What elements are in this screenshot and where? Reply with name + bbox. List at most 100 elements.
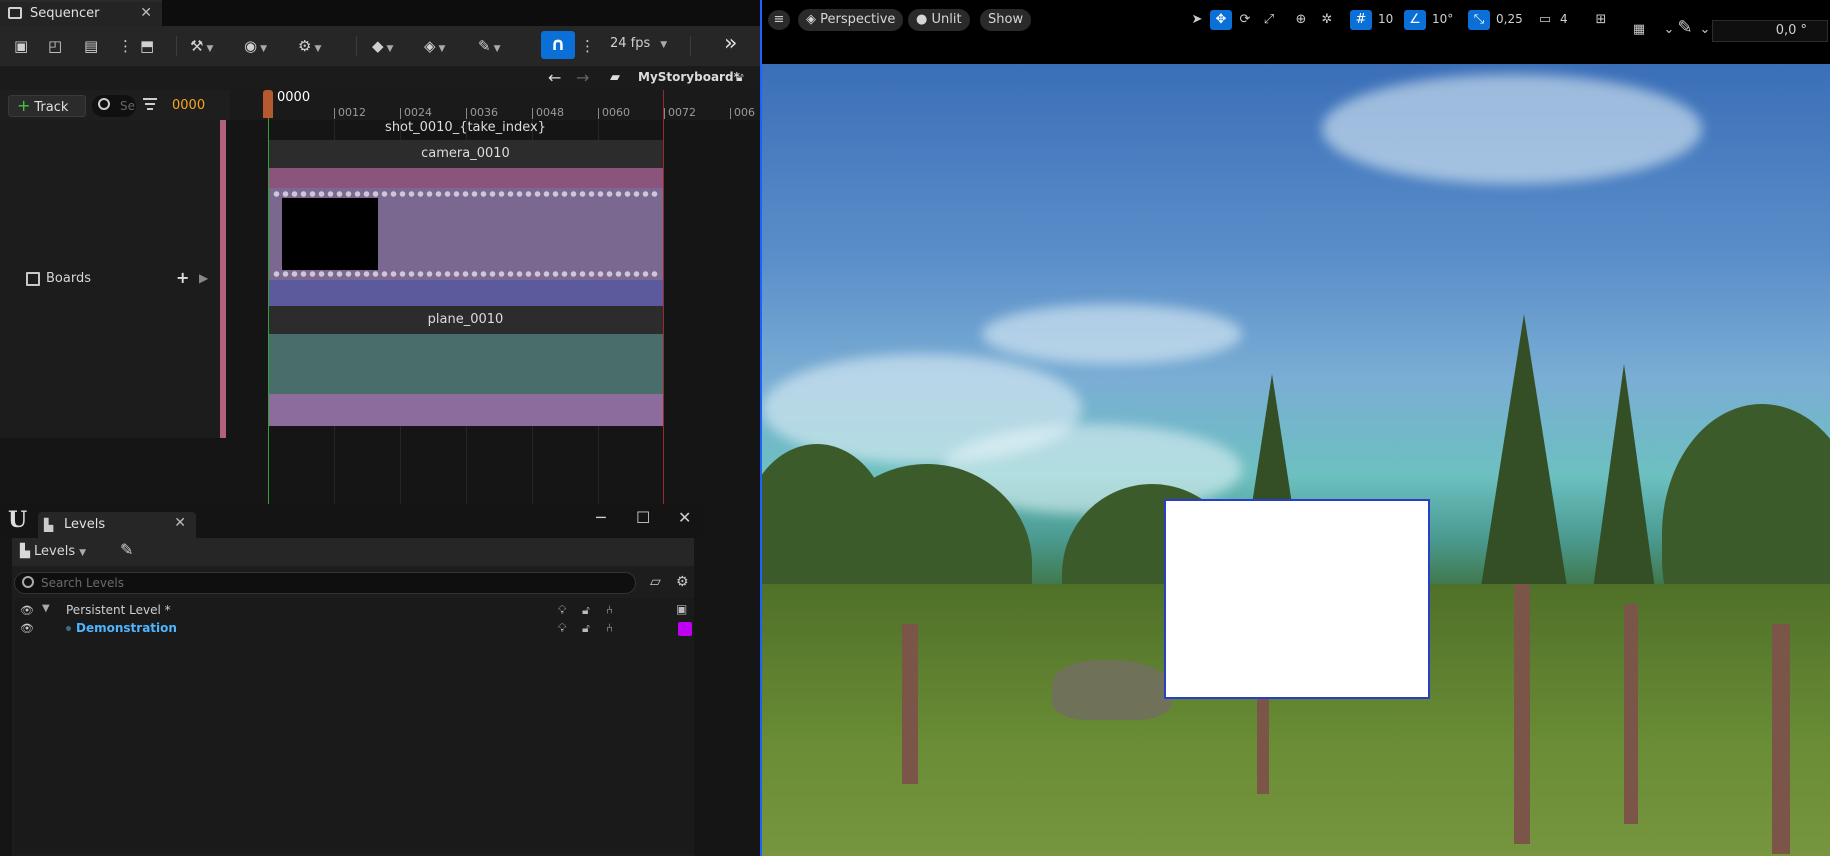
lightbulb-icon[interactable]: 💡︎: [558, 603, 566, 618]
window-close-icon[interactable]: ✕: [678, 508, 691, 527]
viewport-toolbar: ≡ ◈ Perspective ● Unlit Show ➤ ✥ ⟳ ⤢ ⊕ ✲…: [760, 0, 1830, 64]
select-cursor-icon[interactable]: ➤: [1186, 10, 1208, 30]
unreal-logo-icon: U: [8, 507, 28, 533]
settings-gear-icon[interactable]: ⚙: [676, 574, 689, 590]
snap-magnet-icon[interactable]: ∩: [541, 31, 575, 59]
grid-overlay-icon[interactable]: ▦: [1622, 20, 1656, 40]
grid-snap-icon[interactable]: #: [1350, 10, 1372, 30]
board-thumbnail[interactable]: [282, 198, 378, 270]
camera-speed-icon[interactable]: ▭: [1534, 10, 1556, 30]
find-asset-icon[interactable]: ◰: [48, 35, 62, 57]
forward-arrow-icon[interactable]: →: [576, 68, 589, 87]
add-track-button[interactable]: + Track: [8, 95, 86, 117]
plane-section[interactable]: [268, 334, 663, 394]
snap-options-icon[interactable]: ⋮: [580, 35, 595, 57]
levels-search-input[interactable]: Search Levels: [14, 572, 636, 594]
actions-icon[interactable]: ⬒: [140, 35, 154, 57]
more-options-icon[interactable]: ⋮: [118, 35, 133, 57]
scale-snap-icon[interactable]: ⤡: [1468, 10, 1490, 30]
show-button[interactable]: Show: [980, 9, 1032, 31]
world-globe-icon[interactable]: ⊕: [1290, 10, 1312, 30]
hierarchy-icon[interactable]: ⑃: [606, 621, 613, 635]
fov-input[interactable]: 0,0 °: [1712, 20, 1828, 42]
hamburger-menu-icon[interactable]: ≡: [768, 10, 790, 30]
camera-section-bottom[interactable]: [268, 280, 663, 306]
rotate-icon[interactable]: ⟳: [1234, 10, 1256, 30]
list-item[interactable]: 👁︎ Demonstration 💡︎ 🔓︎ ⑃: [14, 620, 704, 638]
view-options-icon[interactable]: ◉ ▼: [244, 35, 267, 57]
track-search-input[interactable]: Se: [92, 95, 136, 117]
hierarchy-icon[interactable]: ⑃: [606, 603, 613, 617]
levels-dropdown[interactable]: ▙ Levels ▼: [20, 544, 86, 559]
current-frame-field[interactable]: 0000: [172, 98, 205, 113]
edit-brush-icon[interactable]: ✎ ▼: [478, 35, 501, 57]
camera-track-bar[interactable]: camera_0010: [268, 140, 663, 168]
edit-pencil-icon[interactable]: ✎: [1674, 18, 1696, 38]
render-movie-icon[interactable]: ▤: [84, 35, 98, 57]
ruler-tick: [730, 108, 731, 119]
shot-section-label[interactable]: shot_0010_{take_index}: [268, 120, 663, 140]
plane-sub-section[interactable]: [268, 394, 663, 426]
end-marker-line[interactable]: [663, 90, 664, 504]
time-ruler[interactable]: 0012 0024 0036 0048 0060 0072 006 0000: [230, 90, 760, 120]
scale-snap-value[interactable]: 0,25: [1496, 12, 1523, 26]
visibility-eye-icon[interactable]: 👁︎: [20, 622, 34, 635]
ruler-label: 006: [734, 106, 755, 119]
new-folder-icon[interactable]: ▱: [650, 574, 661, 590]
edit-icon[interactable]: ✎: [120, 540, 133, 559]
playhead-label: 0000: [277, 90, 311, 105]
tools-icon[interactable]: ⚒ ▼: [190, 35, 213, 57]
close-icon[interactable]: ✕: [140, 5, 152, 21]
plane-track-bar[interactable]: plane_0010: [268, 306, 663, 334]
save-level-icon[interactable]: ▣: [676, 602, 687, 616]
playhead-handle[interactable]: [263, 90, 273, 118]
rotation-snap-icon[interactable]: ∠: [1404, 10, 1426, 30]
perspective-button[interactable]: ◈ Perspective: [798, 9, 904, 31]
save-icon[interactable]: ▣: [14, 35, 28, 57]
ruler-tick: [532, 108, 533, 119]
maximize-icon[interactable]: ☐: [636, 508, 650, 527]
move-icon[interactable]: ✥: [1210, 10, 1232, 30]
list-item[interactable]: 👁︎ ▼ Persistent Level * 💡︎ 🔓︎ ⑃ ▣: [14, 602, 704, 620]
expand-toolbar-icon[interactable]: »: [724, 31, 737, 56]
viewport-scene[interactable]: [762, 64, 1830, 856]
collapse-arrow-icon[interactable]: ▼: [42, 603, 50, 614]
grid-snap-value[interactable]: 10: [1378, 12, 1393, 26]
lightbulb-icon[interactable]: 💡︎: [558, 621, 566, 636]
timeline-area[interactable]: 0012 0024 0036 0048 0060 0072 006 0000 s…: [230, 90, 760, 504]
lock-icon[interactable]: 🔓︎: [582, 603, 590, 618]
minimize-icon[interactable]: ─: [596, 508, 606, 527]
storyboard-plane[interactable]: [1164, 499, 1430, 699]
camera-icon[interactable]: ▶︎: [199, 271, 208, 285]
surface-snap-icon[interactable]: ✲: [1316, 10, 1338, 30]
key-interpolation-icon[interactable]: ◈ ▼: [424, 35, 445, 57]
levels-search-placeholder: Search Levels: [41, 576, 124, 590]
rotation-snap-value[interactable]: 10°: [1432, 12, 1453, 26]
playback-options-icon[interactable]: ⚙ ▼: [298, 35, 321, 57]
level-viewport[interactable]: ≡ ◈ Perspective ● Unlit Show ➤ ✥ ⟳ ⤢ ⊕ ✲…: [760, 0, 1830, 856]
lock-icon[interactable]: 🔓︎: [582, 621, 590, 636]
level-color-swatch[interactable]: [678, 622, 692, 636]
add-board-icon[interactable]: +: [176, 268, 189, 287]
key-icon[interactable]: ◆ ▼: [372, 35, 393, 57]
levels-body: ▙ Levels ▼ ✎ Search Levels ▱ ⚙ 👁︎ ▼ Persis…: [12, 538, 706, 856]
sequence-breadcrumb[interactable]: MyStoryboard*: [638, 70, 740, 84]
folder-icon[interactable]: ▰: [610, 70, 620, 85]
filter-icon[interactable]: [143, 98, 157, 110]
visibility-eye-icon[interactable]: 👁︎: [20, 604, 34, 617]
lock-icon[interactable]: 🔓︎: [736, 70, 744, 85]
view-mode-button[interactable]: ● Unlit: [908, 9, 970, 31]
fps-dropdown[interactable]: 24 fps ▼: [610, 36, 667, 51]
scale-icon[interactable]: ⤢: [1258, 10, 1280, 30]
outliner-row-boards[interactable]: Boards + ▶︎: [0, 268, 220, 290]
camera-section-top[interactable]: [268, 168, 663, 188]
close-icon[interactable]: ✕: [174, 515, 186, 531]
tab-levels[interactable]: ▙ Levels ✕: [38, 512, 196, 538]
ruler-tick: [400, 108, 401, 119]
layout-icon[interactable]: ⊞: [1590, 10, 1612, 30]
camera-speed-value[interactable]: 4: [1560, 12, 1568, 26]
tab-sequencer[interactable]: Sequencer ✕: [0, 0, 162, 26]
camera-filmstrip[interactable]: [268, 188, 663, 280]
track-header: + Track Se 0000: [0, 90, 230, 120]
back-arrow-icon[interactable]: ←: [548, 68, 561, 87]
